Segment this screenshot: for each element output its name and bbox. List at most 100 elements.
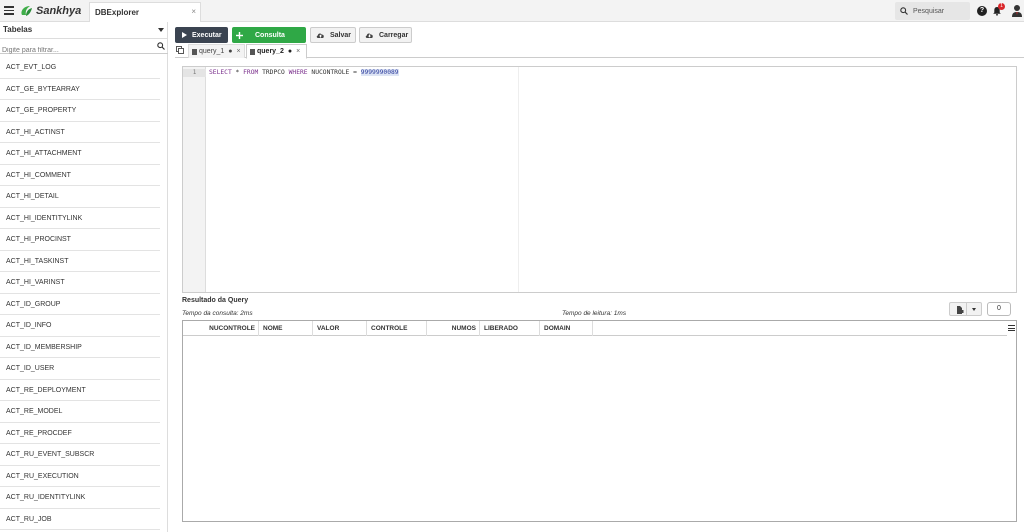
export-dropdown-button[interactable] [967,302,982,316]
read-time: Tempo de leitura: 1ms [562,310,627,317]
table-list-item[interactable]: ACT_HI_ACTINST [0,122,160,143]
column-header[interactable]: NUCONTROLE [183,321,259,336]
document-icon [250,48,255,55]
query-time: Tempo da consulta: 2ms [182,310,253,317]
column-header[interactable]: DOMAIN [540,321,593,336]
global-search[interactable]: Pesquisar [895,2,970,20]
tab-label: query_2 [257,48,284,55]
table-list-item[interactable]: ACT_GE_PROPERTY [0,100,160,122]
table-list-item[interactable]: ACT_EVT_LOG [0,57,160,79]
close-icon[interactable]: × [296,48,300,55]
sql-keyword: FROM [243,69,259,76]
object-type-value: Tabelas [3,25,33,34]
sql-editor[interactable]: 1 SELECT * FROM TRDPCO WHERE NUCONTROLE … [182,66,1017,293]
table-list-item[interactable]: ACT_RU_IDENTITYLINK [0,487,160,509]
sidebar-scrollbar[interactable] [161,57,167,532]
table-list-item[interactable]: ACT_ID_MEMBERSHIP [0,337,160,358]
table-list-item[interactable]: ACT_HI_ATTACHMENT [0,143,160,165]
table-list-item[interactable]: ACT_RE_DEPLOYMENT [0,380,160,401]
sql-table-name: TRDPCO [258,69,289,76]
copy-icon[interactable] [176,46,184,54]
table-list-item[interactable]: ACT_RE_PROCDEF [0,423,160,444]
table-list-item[interactable]: ACT_RU_EXECUTION [0,466,160,487]
table-list-item[interactable]: ACT_ID_USER [0,358,160,380]
result-grid-header: NUCONTROLE NOME VALOR CONTROLE NUMOS LIBERADO… [183,321,1007,336]
help-icon[interactable]: ? [977,6,987,16]
table-list: ACT_EVT_LOG ACT_GE_BYTEARRAY ACT_GE_PROPER… [0,57,160,530]
column-header[interactable]: NUMOS [427,321,480,336]
save-button[interactable]: Salvar [310,27,356,43]
consulta-label: Consulta [255,31,285,39]
sql-keyword: WHERE [288,69,308,76]
table-list-item[interactable]: ACT_HI_TASKINST [0,251,160,272]
tab-query-2[interactable]: query_2 ● × [246,44,307,59]
table-list-item[interactable]: ACT_ID_GROUP [0,294,160,315]
table-list-item[interactable]: ACT_HI_COMMENT [0,165,160,186]
sql-condition: NUCONTROLE = [307,69,361,76]
export-file-icon [957,306,964,314]
consulta-button[interactable]: Consulta [232,27,306,43]
app-tab-dbexplorer[interactable]: DBExplorer × [89,2,201,22]
top-bar: Sankhya DBExplorer × Pesquisar ? 1 [0,0,1024,22]
sql-keyword: SELECT [209,69,232,76]
object-type-select[interactable]: Tabelas [0,22,168,39]
plus-icon [236,31,243,39]
play-icon [182,32,187,38]
sql-number: 9999990089 [360,69,399,76]
sql-code-line[interactable]: SELECT * FROM TRDPCO WHERE NUCONTROLE = … [209,69,399,77]
table-list-item[interactable]: ACT_HI_PROCINST [0,229,160,251]
load-button[interactable]: Carregar [359,27,412,43]
cloud-download-icon [365,33,373,38]
brand-name: Sankhya [36,5,82,17]
query-tabs: query_1 ● × query_2 ● × [175,44,1024,59]
sidebar: Tabelas ACT_EVT_LOGACT_GE_BYTEARRAYACT_G… [0,22,168,532]
column-header[interactable]: NOME [259,321,313,336]
table-list-item[interactable]: ACT_RE_MODEL [0,401,160,423]
row-count: 0 [987,302,1011,316]
search-icon[interactable] [157,42,165,50]
load-label: Carregar [379,31,409,39]
document-icon [192,48,197,55]
column-header[interactable]: CONTROLE [367,321,427,336]
table-list-item[interactable]: ACT_RU_JOB [0,509,160,530]
user-avatar-icon[interactable] [1011,4,1023,18]
column-header[interactable]: LIBERADO [480,321,540,336]
table-list-item[interactable]: ACT_GE_BYTEARRAY [0,79,160,100]
chevron-down-icon [158,28,164,32]
column-header-filler [593,321,1007,336]
close-icon[interactable]: × [237,48,241,55]
table-list-item[interactable]: ACT_ID_INFO [0,315,160,337]
modified-indicator: ● [287,48,293,55]
export-button[interactable] [949,302,967,316]
column-header[interactable]: VALOR [313,321,367,336]
column-menu-icon[interactable] [1008,325,1015,332]
table-list-item[interactable]: ACT_HI_IDENTITYLINK [0,208,160,229]
search-icon [900,7,908,15]
tab-label: query_1 [199,48,225,55]
result-title: Resultado da Query [182,297,249,304]
close-icon[interactable]: × [191,7,196,16]
table-list-item[interactable]: ACT_HI_DETAIL [0,186,160,208]
menu-icon[interactable] [4,6,14,15]
execute-label: Executar [192,31,222,39]
tab-query-1[interactable]: query_1 ● × [188,44,245,58]
line-number-gutter: 1 [183,67,206,292]
app-tab-label: DBExplorer [95,8,140,17]
table-list-item[interactable]: ACT_HI_VARINST [0,272,160,294]
result-grid: NUCONTROLE NOME VALOR CONTROLE NUMOS LIBERADO… [182,320,1017,522]
search-label: Pesquisar [913,7,945,15]
sankhya-logo-icon [21,6,32,16]
table-filter [0,39,168,58]
brand-logo[interactable]: Sankhya [19,4,81,18]
table-list-item[interactable]: ACT_RU_EVENT_SUBSCR [0,444,160,466]
modified-indicator: ● [228,48,233,55]
notification-badge: 1 [998,3,1005,10]
table-filter-input[interactable] [0,43,150,58]
line-number: 1 [183,69,206,77]
sql-text: * [231,69,244,76]
cloud-upload-icon [316,33,324,38]
print-margin [518,67,519,292]
execute-button[interactable]: Executar [175,27,228,43]
save-label: Salvar [330,31,352,39]
caret-down-icon [972,308,976,311]
